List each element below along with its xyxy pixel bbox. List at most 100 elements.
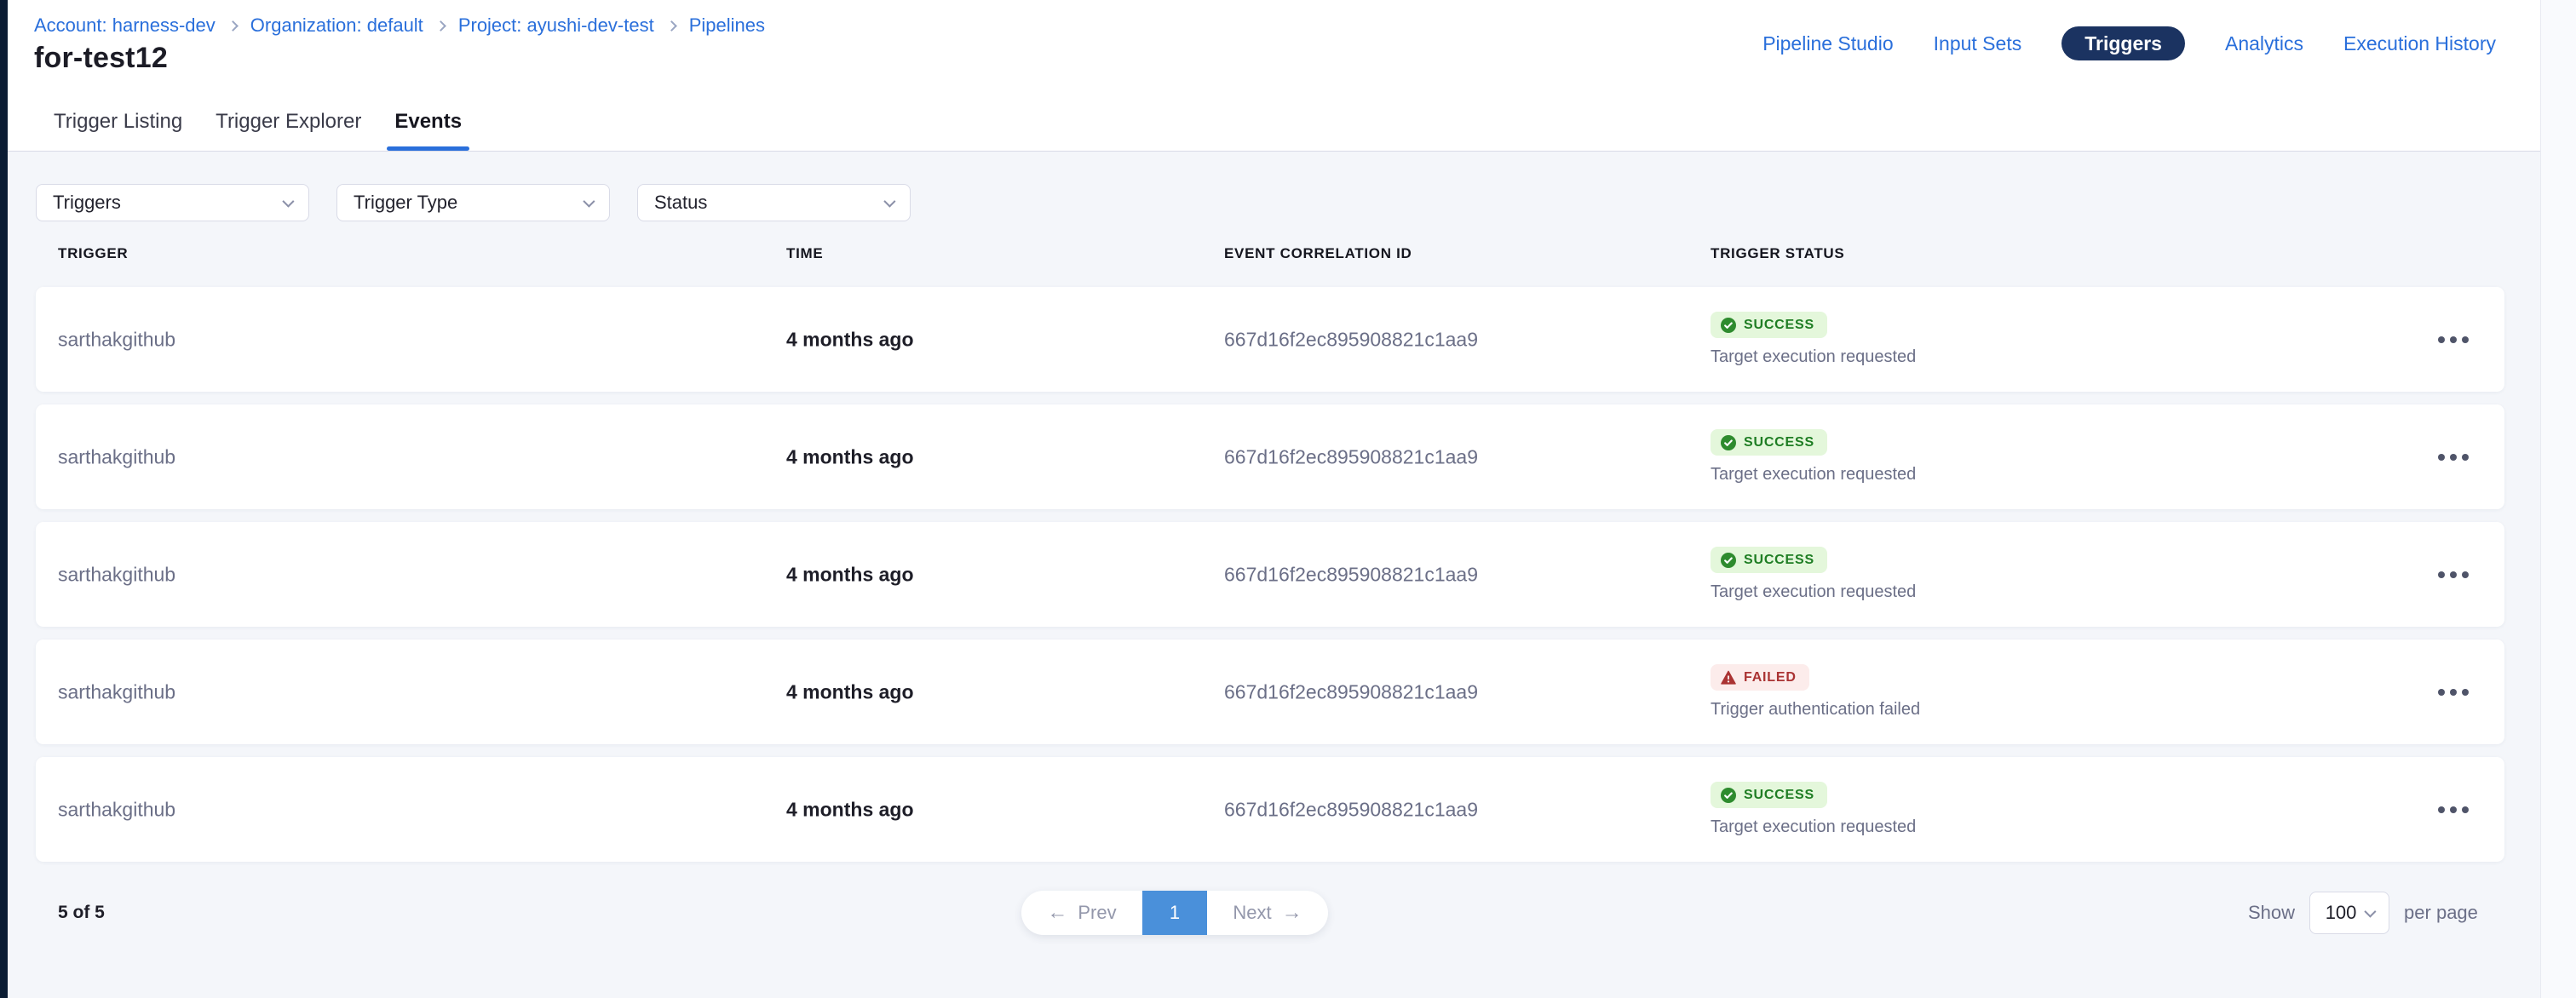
arrow-left-icon xyxy=(1047,901,1067,925)
status-message: Target execution requested xyxy=(1711,347,1916,367)
check-circle-icon xyxy=(1721,318,1736,333)
chevron-down-icon xyxy=(883,196,895,208)
menu-dot xyxy=(2450,454,2457,461)
next-page-button[interactable]: Next xyxy=(1207,891,1328,935)
trigger-name: sarthakgithub xyxy=(58,563,175,586)
breadcrumb-account-link[interactable]: Account: harness-dev xyxy=(34,14,216,37)
table-row[interactable]: sarthakgithub 4 months ago 667d16f2ec895… xyxy=(36,522,2504,627)
event-correlation-id: 667d16f2ec895908821c1aa9 xyxy=(1224,798,1478,821)
per-page-label: per page xyxy=(2404,902,2478,924)
status-label: SUCCESS xyxy=(1744,318,1814,333)
event-correlation-id: 667d16f2ec895908821c1aa9 xyxy=(1224,563,1478,586)
menu-dot xyxy=(2462,689,2469,696)
menu-dot xyxy=(2450,336,2457,343)
trigger-type-filter-label: Trigger Type xyxy=(354,192,457,214)
table-column-headers: TRIGGER TIME EVENT CORRELATION ID TRIGGE… xyxy=(0,245,2576,267)
table-row[interactable]: sarthakgithub 4 months ago 667d16f2ec895… xyxy=(36,404,2504,509)
status-badge: SUCCESS xyxy=(1711,429,1827,456)
trigger-name: sarthakgithub xyxy=(58,445,175,468)
page-header: Account: harness-dev Organization: defau… xyxy=(8,0,2576,152)
menu-dot xyxy=(2462,336,2469,343)
row-menu-button[interactable] xyxy=(2431,565,2475,585)
chevron-down-icon xyxy=(2365,906,2377,918)
breadcrumb-organization-link[interactable]: Organization: default xyxy=(250,14,423,37)
triggers-filter-label: Triggers xyxy=(53,192,121,214)
trigger-status-cell: SUCCESS Target execution requested xyxy=(1711,782,1916,837)
events-tab-bar: Trigger Listing Trigger Explorer Events xyxy=(54,93,462,151)
status-message: Target execution requested xyxy=(1711,582,1916,602)
status-message: Target execution requested xyxy=(1711,817,1916,837)
trigger-status-cell: SUCCESS Target execution requested xyxy=(1711,547,1916,602)
chevron-right-icon xyxy=(227,20,239,32)
trigger-type-filter-dropdown[interactable]: Trigger Type xyxy=(336,184,610,221)
prev-page-button[interactable]: Prev xyxy=(1021,891,1142,935)
column-header-event-correlation-id: EVENT CORRELATION ID xyxy=(1224,245,1412,262)
page-size-select[interactable]: 100 xyxy=(2309,892,2389,934)
menu-dot xyxy=(2450,689,2457,696)
status-filter-dropdown[interactable]: Status xyxy=(637,184,911,221)
nav-triggers[interactable]: Triggers xyxy=(2061,26,2185,60)
tab-events[interactable]: Events xyxy=(394,93,462,151)
trigger-status-cell: FAILED Trigger authentication failed xyxy=(1711,664,1920,720)
chevron-down-icon xyxy=(282,196,294,208)
check-circle-icon xyxy=(1721,553,1736,568)
nav-input-sets[interactable]: Input Sets xyxy=(1934,32,2022,55)
status-badge: SUCCESS xyxy=(1711,547,1827,573)
menu-dot xyxy=(2438,689,2445,696)
event-time: 4 months ago xyxy=(786,563,914,586)
nav-execution-history[interactable]: Execution History xyxy=(2343,32,2496,55)
event-time: 4 months ago xyxy=(786,680,914,703)
status-message: Trigger authentication failed xyxy=(1711,700,1920,720)
collapsed-sidebar-strip[interactable] xyxy=(0,0,8,998)
event-correlation-id: 667d16f2ec895908821c1aa9 xyxy=(1224,445,1478,468)
warning-triangle-icon xyxy=(1721,670,1736,685)
menu-dot xyxy=(2462,454,2469,461)
status-message: Target execution requested xyxy=(1711,465,1916,485)
column-header-time: TIME xyxy=(786,245,823,262)
next-label: Next xyxy=(1233,902,1271,924)
pagination: Prev 1 Next xyxy=(1021,891,1328,935)
menu-dot xyxy=(2462,571,2469,578)
breadcrumb-pipelines-link[interactable]: Pipelines xyxy=(689,14,765,37)
scrollbar-gutter[interactable] xyxy=(2540,0,2576,998)
trigger-status-cell: SUCCESS Target execution requested xyxy=(1711,429,1916,485)
check-circle-icon xyxy=(1721,435,1736,450)
chevron-down-icon xyxy=(583,196,595,208)
nav-pipeline-studio[interactable]: Pipeline Studio xyxy=(1762,32,1893,55)
column-header-trigger-status: TRIGGER STATUS xyxy=(1711,245,1844,262)
trigger-name: sarthakgithub xyxy=(58,680,175,703)
status-label: FAILED xyxy=(1744,670,1797,685)
menu-dot xyxy=(2450,806,2457,813)
chevron-right-icon xyxy=(435,20,446,32)
menu-dot xyxy=(2438,336,2445,343)
row-menu-button[interactable] xyxy=(2431,682,2475,703)
arrow-right-icon xyxy=(1282,901,1302,925)
triggers-filter-dropdown[interactable]: Triggers xyxy=(36,184,309,221)
menu-dot xyxy=(2450,571,2457,578)
table-row[interactable]: sarthakgithub 4 months ago 667d16f2ec895… xyxy=(36,287,2504,392)
row-menu-button[interactable] xyxy=(2431,800,2475,820)
row-menu-button[interactable] xyxy=(2431,447,2475,467)
results-count: 5 of 5 xyxy=(58,903,105,923)
event-time: 4 months ago xyxy=(786,328,914,351)
pipeline-top-nav: Pipeline Studio Input Sets Triggers Anal… xyxy=(1762,26,2496,60)
show-label: Show xyxy=(2248,902,2295,924)
nav-analytics[interactable]: Analytics xyxy=(2225,32,2303,55)
page-title: for-test12 xyxy=(34,42,168,75)
breadcrumb-project-link[interactable]: Project: ayushi-dev-test xyxy=(458,14,654,37)
column-header-trigger: TRIGGER xyxy=(58,245,128,262)
trigger-name: sarthakgithub xyxy=(58,798,175,821)
check-circle-icon xyxy=(1721,788,1736,803)
row-menu-button[interactable] xyxy=(2431,330,2475,350)
tab-trigger-listing[interactable]: Trigger Listing xyxy=(54,93,182,151)
event-correlation-id: 667d16f2ec895908821c1aa9 xyxy=(1224,680,1478,703)
filter-bar: Triggers Trigger Type Status xyxy=(36,184,911,221)
event-correlation-id: 667d16f2ec895908821c1aa9 xyxy=(1224,328,1478,351)
current-page-button[interactable]: 1 xyxy=(1142,891,1207,935)
table-row[interactable]: sarthakgithub 4 months ago 667d16f2ec895… xyxy=(36,640,2504,744)
trigger-status-cell: SUCCESS Target execution requested xyxy=(1711,312,1916,367)
menu-dot xyxy=(2438,571,2445,578)
tab-trigger-explorer[interactable]: Trigger Explorer xyxy=(216,93,361,151)
table-row[interactable]: sarthakgithub 4 months ago 667d16f2ec895… xyxy=(36,757,2504,862)
status-badge: SUCCESS xyxy=(1711,782,1827,808)
